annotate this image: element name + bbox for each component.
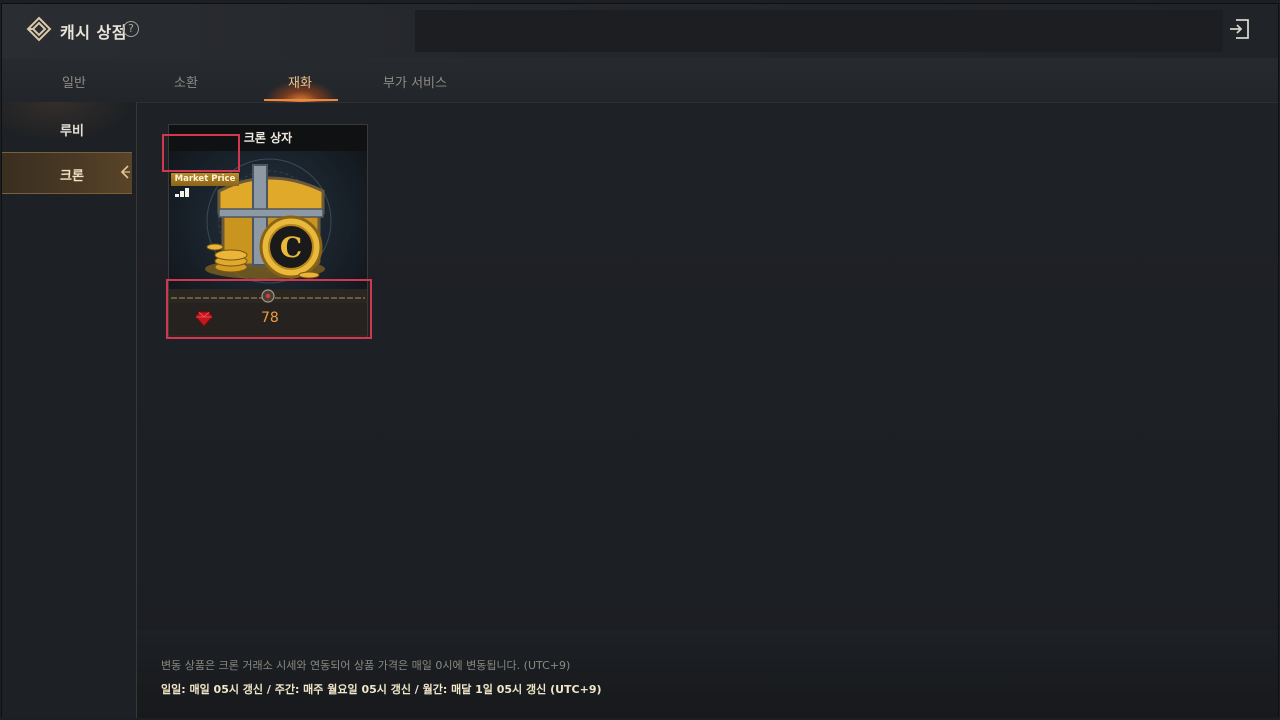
header: 캐시 상점 ? bbox=[2, 4, 1278, 58]
tab-extra-services[interactable]: 부가 서비스 bbox=[380, 72, 450, 100]
market-price-badge: Market Price bbox=[171, 173, 239, 199]
tab-currency[interactable]: 재화 bbox=[286, 72, 314, 100]
sidebar-item-ruby[interactable]: 루비 bbox=[2, 108, 132, 148]
tab-summon[interactable]: 소환 bbox=[172, 72, 200, 100]
help-icon[interactable]: ? bbox=[123, 21, 139, 37]
signal-bars-icon bbox=[175, 188, 191, 197]
cash-shop-window: 캐시 상점 ? 일반 소환 재화 부가 서비스 루비 크론 크론 상자 C Ma… bbox=[1, 3, 1279, 718]
refresh-schedule-note: 일일: 매일 05시 갱신 / 주간: 매주 월요일 05시 갱신 / 월간: … bbox=[161, 683, 602, 696]
price-change-note: 변동 상품은 크론 거래소 시세와 연동되어 상품 가격은 매일 0시에 변동됩… bbox=[161, 659, 571, 672]
category-tabs: 일반 소환 재화 부가 서비스 bbox=[2, 58, 1278, 103]
header-banner-area bbox=[415, 10, 1223, 52]
svg-text:C: C bbox=[280, 231, 302, 264]
shop-emblem-icon bbox=[26, 16, 52, 42]
tab-general[interactable]: 일반 bbox=[60, 72, 88, 100]
sidebar-item-label: 크론 bbox=[60, 169, 84, 184]
highlight-market-price bbox=[162, 134, 240, 172]
footer-notes: 변동 상품은 크론 거래소 시세와 연동되어 상품 가격은 매일 0시에 변동됩… bbox=[137, 630, 1278, 718]
sidebar: 루비 크론 bbox=[2, 102, 137, 718]
sidebar-item-kron[interactable]: 크론 bbox=[2, 152, 132, 194]
exit-icon[interactable] bbox=[1228, 18, 1250, 40]
chevron-left-icon bbox=[120, 165, 130, 179]
sidebar-item-label: 루비 bbox=[60, 124, 84, 139]
page-title: 캐시 상점 bbox=[60, 23, 127, 42]
highlight-price bbox=[166, 279, 372, 339]
market-price-label: Market Price bbox=[171, 173, 239, 186]
